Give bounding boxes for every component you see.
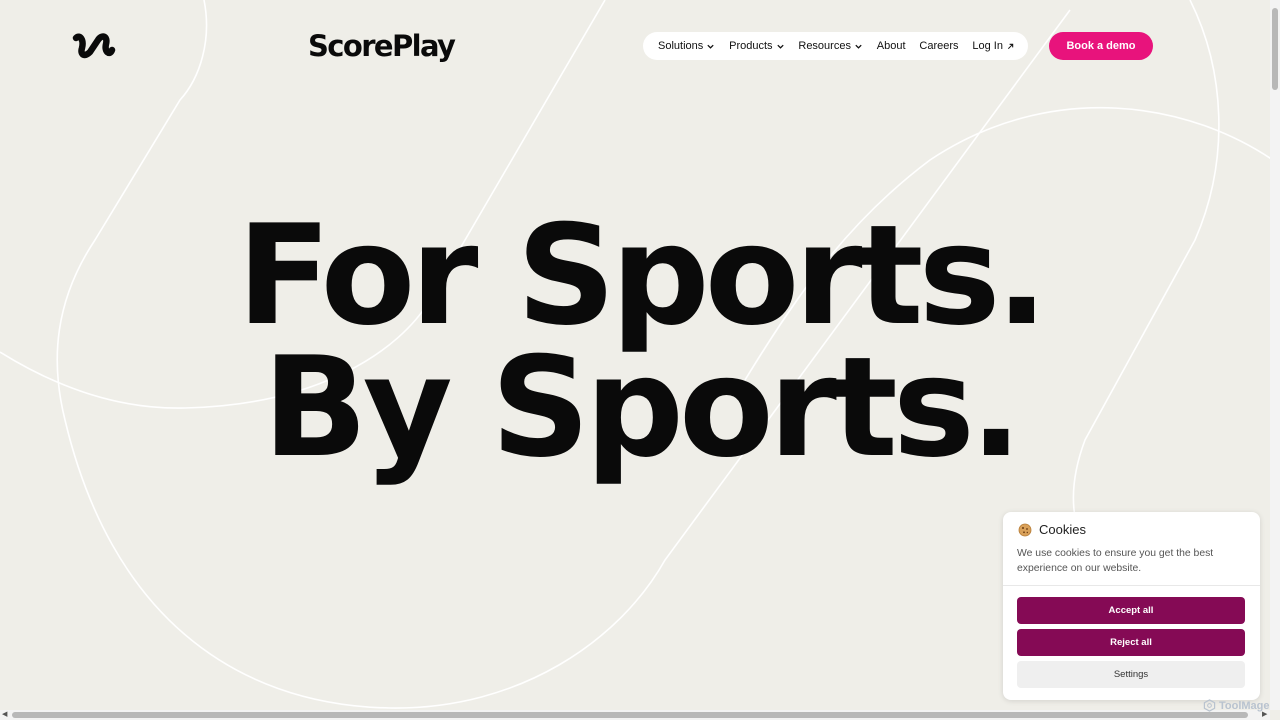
reject-all-button[interactable]: Reject all: [1017, 629, 1245, 656]
cookie-divider: [1003, 585, 1260, 586]
cookie-banner: Cookies We use cookies to ensure you get…: [1003, 512, 1260, 700]
scoreplay-wave-icon[interactable]: [70, 30, 116, 62]
main-nav: Solutions Products Resources About Caree…: [643, 32, 1028, 60]
cookie-title: Cookies: [1039, 522, 1086, 537]
nav-item-about[interactable]: About: [877, 40, 906, 52]
nav-item-label: Log In: [972, 40, 1003, 52]
hero-heading: For Sports. By Sports.: [0, 195, 1280, 488]
horizontal-scrollbar-thumb[interactable]: [12, 712, 1248, 718]
scroll-left-icon[interactable]: ◀: [2, 710, 7, 720]
nav-item-products[interactable]: Products: [729, 40, 784, 52]
vertical-scrollbar-thumb[interactable]: [1272, 8, 1278, 90]
hero-line-1: For Sports.: [236, 195, 1048, 356]
accept-all-button[interactable]: Accept all: [1017, 597, 1245, 624]
nav-item-label: Resources: [798, 40, 851, 52]
cookie-icon: [1018, 523, 1032, 536]
chevron-down-icon: [855, 44, 862, 49]
cookie-description: We use cookies to ensure you get the bes…: [1017, 548, 1214, 574]
nav-item-label: About: [876, 40, 906, 52]
vertical-scrollbar[interactable]: [1270, 0, 1280, 710]
nav-item-label: Careers: [919, 40, 959, 52]
cookie-header: Cookies: [1018, 522, 1086, 537]
nav-item-label: Products: [729, 40, 773, 52]
external-arrow-icon: [1007, 43, 1014, 49]
brand-wordmark[interactable]: ScorePlay: [308, 26, 456, 66]
chevron-down-icon: [776, 44, 784, 49]
nav-item-login[interactable]: Log In: [972, 40, 1014, 52]
watermark: ToolMage: [1203, 699, 1270, 712]
nav-item-careers[interactable]: Careers: [919, 40, 958, 52]
nav-item-resources[interactable]: Resources: [798, 40, 863, 52]
hero-line-2: By Sports.: [262, 327, 1023, 488]
nav-item-solutions[interactable]: Solutions: [658, 40, 715, 52]
hexagon-logo-icon: [1203, 699, 1216, 712]
chevron-down-icon: [707, 44, 714, 49]
horizontal-scrollbar[interactable]: ◀ ▶: [0, 710, 1270, 720]
book-demo-button[interactable]: Book a demo: [1049, 32, 1153, 60]
watermark-text: ToolMage: [1219, 699, 1270, 712]
cookie-settings-button[interactable]: Settings: [1017, 661, 1245, 688]
nav-item-label: Solutions: [658, 40, 704, 52]
